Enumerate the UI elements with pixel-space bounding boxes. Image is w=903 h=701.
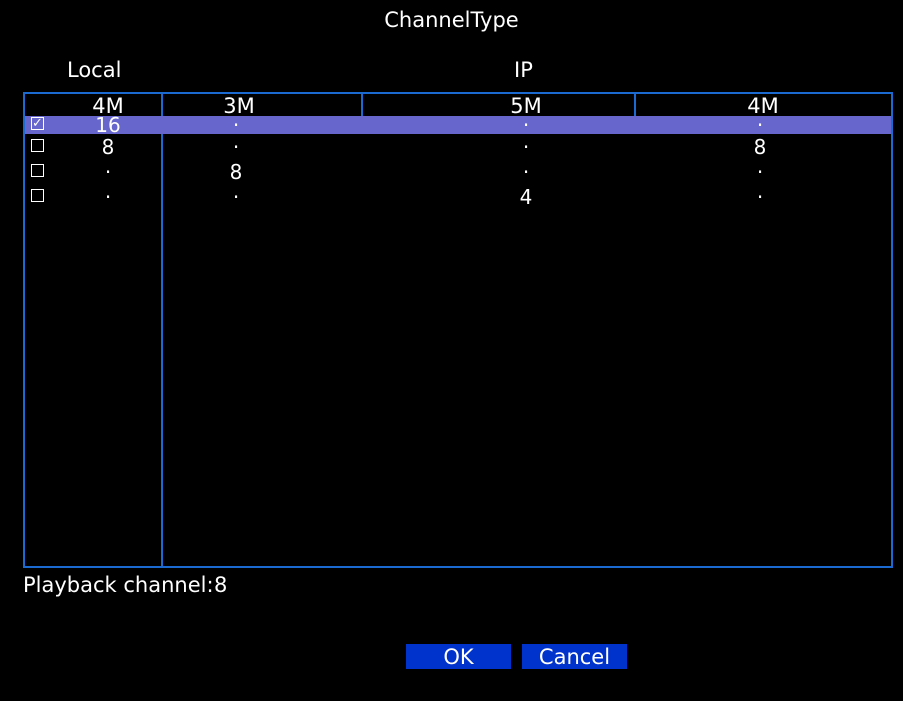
table-row[interactable]: 8 · · 8 — [25, 135, 891, 159]
table-cell: · — [232, 185, 240, 209]
table-cell: 8 — [753, 135, 767, 159]
table-cell: · — [522, 113, 530, 137]
row-checkbox[interactable]: ✓ — [31, 117, 44, 130]
table-cell: · — [232, 135, 240, 159]
table-row[interactable]: · · 4 · — [25, 185, 891, 209]
playback-channel-label: Playback channel: — [23, 573, 214, 597]
row-checkbox[interactable] — [31, 164, 44, 177]
table-cell: · — [104, 160, 112, 184]
table-row[interactable]: · 8 · · — [25, 160, 891, 184]
table-cell: · — [522, 160, 530, 184]
table-cell: 4 — [519, 185, 533, 209]
table-cell: 16 — [95, 113, 121, 137]
cancel-button[interactable]: Cancel — [522, 644, 627, 669]
channel-type-table: 4M 3M 5M 4M ✓ 16 · · · 8 · · 8 · 8 · · ·… — [23, 92, 893, 568]
playback-channel-value[interactable]: 8 — [214, 573, 227, 597]
table-cell: · — [104, 185, 112, 209]
row-checkbox[interactable] — [31, 139, 44, 152]
column-divider-3m — [361, 94, 363, 116]
ok-button[interactable]: OK — [406, 644, 511, 669]
section-local-label: Local — [67, 58, 122, 82]
table-cell: 8 — [101, 135, 115, 159]
table-cell: 8 — [229, 160, 243, 184]
dialog-title: ChannelType — [384, 8, 519, 32]
table-cell: · — [756, 160, 764, 184]
column-header-ip-3m: 3M — [223, 94, 255, 118]
table-row[interactable]: ✓ 16 · · · — [25, 113, 891, 137]
section-ip-label: IP — [514, 58, 533, 82]
table-cell: · — [756, 185, 764, 209]
table-cell: · — [232, 113, 240, 137]
column-divider-5m — [634, 94, 636, 116]
column-header-ip-4m: 4M — [747, 94, 779, 118]
table-cell: · — [756, 113, 764, 137]
table-cell: · — [522, 135, 530, 159]
row-checkbox[interactable] — [31, 189, 44, 202]
